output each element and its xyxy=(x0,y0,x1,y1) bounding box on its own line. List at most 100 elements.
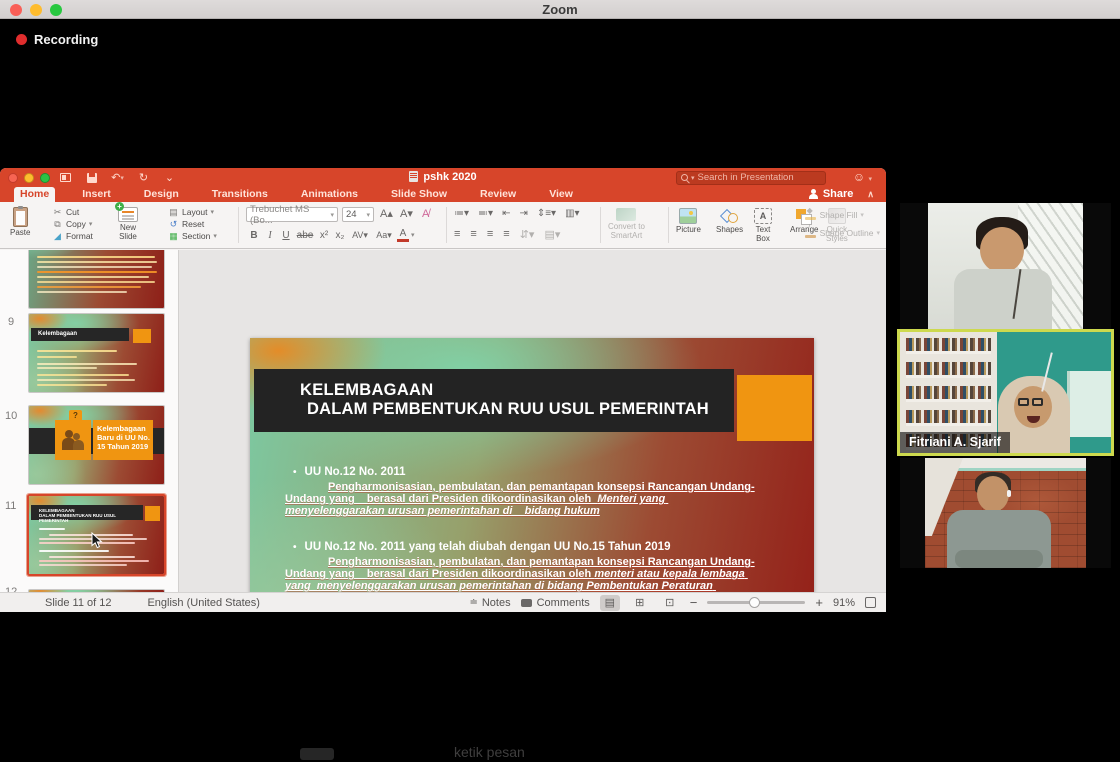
tab-transitions[interactable]: Transitions xyxy=(206,187,274,202)
slide-sorter-view-button[interactable]: ⊞ xyxy=(630,595,650,611)
font-color-caret-icon[interactable]: ▾ xyxy=(411,231,415,239)
tab-view[interactable]: View xyxy=(543,187,579,202)
text-line xyxy=(37,291,127,293)
increase-indent-button[interactable]: ⇥ xyxy=(519,208,527,219)
search-input[interactable] xyxy=(698,172,808,183)
thumbnail-number-10: 10 xyxy=(5,410,17,422)
align-text-button[interactable]: ▤▾ xyxy=(544,228,560,241)
participant-video-2-active-speaker[interactable]: Fitriani A. Sjarif xyxy=(897,329,1114,456)
section-button[interactable]: ▦Section▾ xyxy=(168,230,217,242)
zoom-slider-knob[interactable] xyxy=(749,597,760,608)
slideshow-view-button[interactable]: ⊡ xyxy=(660,595,680,611)
text-direction-button[interactable]: ⇵▾ xyxy=(520,228,535,241)
bullet1-heading: •UU No.12 No. 2011 xyxy=(293,466,406,478)
font-size-select[interactable]: 24▾ xyxy=(342,207,374,222)
search-box[interactable]: ▾ xyxy=(676,171,826,185)
copy-button[interactable]: ⧉Copy▾ xyxy=(52,218,93,230)
text-line xyxy=(39,528,65,530)
layout-button[interactable]: ▤Layout▾ xyxy=(168,206,217,218)
increase-font-button[interactable]: A▴ xyxy=(380,209,393,220)
decrease-font-button[interactable]: A▾ xyxy=(400,209,413,220)
normal-view-button[interactable]: ▤ xyxy=(600,595,620,611)
justify-button[interactable]: ≡ xyxy=(503,228,509,241)
book-row xyxy=(906,338,991,354)
thumbnail-slide-11-selected[interactable]: KELEMBAGAAN DALAM PEMBENTUKAN RUU USUL P… xyxy=(29,496,164,574)
reset-button[interactable]: ↺Reset xyxy=(168,218,217,230)
picture-button[interactable]: Picture xyxy=(676,208,701,235)
thumbnail-slide-9[interactable]: Kelembagaan xyxy=(29,314,164,392)
slide-title-block[interactable]: KELEMBAGAAN DALAM PEMBENTUKAN RUU USUL P… xyxy=(254,369,734,432)
align-right-button[interactable]: ≡ xyxy=(487,228,493,241)
new-slide-button[interactable]: NewSlide xyxy=(118,207,138,241)
bullets-button[interactable]: ≔▾ xyxy=(454,208,469,219)
slide10-title-l1: Kelembagaan xyxy=(97,424,146,433)
format-painter-button[interactable]: ◢Format xyxy=(52,230,93,242)
text-box-button[interactable]: A TextBox xyxy=(754,208,772,243)
align-left-button[interactable]: ≡ xyxy=(454,228,460,241)
section-icon: ▦ xyxy=(168,231,179,242)
tab-insert[interactable]: Insert xyxy=(76,187,117,202)
zoom-slider[interactable] xyxy=(707,601,805,604)
decrease-indent-button[interactable]: ⇤ xyxy=(502,208,510,219)
slide9-title: Kelembagaan xyxy=(31,328,129,341)
notes-button[interactable]: ≐ Notes xyxy=(469,597,510,609)
participant-video-3[interactable] xyxy=(900,458,1111,568)
participant1-shirt xyxy=(954,269,1052,330)
bold-button[interactable]: B xyxy=(247,230,261,241)
zoom-percentage[interactable]: 91% xyxy=(833,597,855,609)
zoom-out-button[interactable]: − xyxy=(690,595,698,610)
slide9-accent xyxy=(133,329,151,343)
shapes-button[interactable]: Shapes xyxy=(716,208,743,235)
strikethrough-button[interactable]: abe xyxy=(295,230,315,241)
subscript-button[interactable]: x₂ xyxy=(333,230,347,241)
notes-icon: ≐ xyxy=(469,597,477,608)
participant-video-1[interactable] xyxy=(900,203,1111,330)
numbering-button[interactable]: ≕▾ xyxy=(478,208,493,219)
superscript-button[interactable]: x² xyxy=(317,230,331,241)
change-case-button[interactable]: Aa▾ xyxy=(373,230,395,241)
text-line xyxy=(37,276,149,278)
convert-smartart-button[interactable]: Convert toSmartArt xyxy=(608,208,645,240)
clear-formatting-button[interactable]: A̸ xyxy=(422,208,429,220)
underline-button[interactable]: U xyxy=(279,230,293,241)
tab-home[interactable]: Home xyxy=(14,187,55,202)
italic-button[interactable]: I xyxy=(263,230,277,241)
tab-review[interactable]: Review xyxy=(474,187,522,202)
tab-slide-show[interactable]: Slide Show xyxy=(385,187,453,202)
tab-design[interactable]: Design xyxy=(138,187,185,202)
character-spacing-button[interactable]: AV▾ xyxy=(349,230,371,241)
share-button[interactable]: Share xyxy=(809,188,854,200)
earbud xyxy=(1007,490,1011,497)
shape-fill-button[interactable]: Shape Fill▾ xyxy=(805,209,880,221)
thumbnail-number-11: 11 xyxy=(5,500,16,512)
zoom-in-button[interactable]: + xyxy=(815,595,823,610)
align-center-button[interactable]: ≡ xyxy=(470,228,476,241)
slide-thumbnail-panel[interactable]: 9 Kelembagaan 10 xyxy=(0,250,179,592)
slide-accent-rectangle[interactable] xyxy=(737,375,812,441)
font-name-select[interactable]: Trebuchet MS (Bo...▾ xyxy=(246,207,338,222)
fit-slide-to-window-icon[interactable] xyxy=(865,597,876,608)
line-spacing-button[interactable]: ⇕≡▾ xyxy=(537,208,556,219)
powerpoint-titlebar: ↶▾ ↻ ⌄ pshk 2020 ▾ ☺ ▾ xyxy=(0,168,886,187)
feedback-smiley-icon[interactable]: ☺ ▾ xyxy=(853,170,872,184)
shape-outline-button[interactable]: Shape Outline▾ xyxy=(805,227,880,239)
language-status[interactable]: English (United States) xyxy=(147,597,260,609)
comments-button[interactable]: Comments xyxy=(521,597,590,609)
tab-animations[interactable]: Animations xyxy=(295,187,364,202)
recording-dot-icon xyxy=(16,34,27,45)
paste-button[interactable]: Paste xyxy=(10,207,30,238)
text-line xyxy=(37,271,157,273)
font-color-button[interactable]: A xyxy=(397,228,409,242)
thumbnail-slide-8[interactable] xyxy=(29,250,164,308)
collapse-ribbon-icon[interactable]: ∧ xyxy=(867,189,874,200)
columns-button[interactable]: ▥▾ xyxy=(565,208,579,219)
search-scope-caret-icon[interactable]: ▾ xyxy=(691,174,695,182)
participant1-video-feed xyxy=(928,203,1083,330)
share-person-icon xyxy=(809,189,819,199)
thumbnail-slide-10[interactable]: ? Kelembagaan Baru di UU No. 15 Tahun 20… xyxy=(29,406,164,484)
powerpoint-window: ↶▾ ↻ ⌄ pshk 2020 ▾ ☺ ▾ Home Insert Desig… xyxy=(0,168,886,612)
text-line xyxy=(49,556,135,558)
slide-canvas[interactable]: KELEMBAGAAN DALAM PEMBENTUKAN RUU USUL P… xyxy=(250,338,814,612)
text-line xyxy=(39,564,127,566)
cut-button[interactable]: ✂Cut xyxy=(52,206,93,218)
